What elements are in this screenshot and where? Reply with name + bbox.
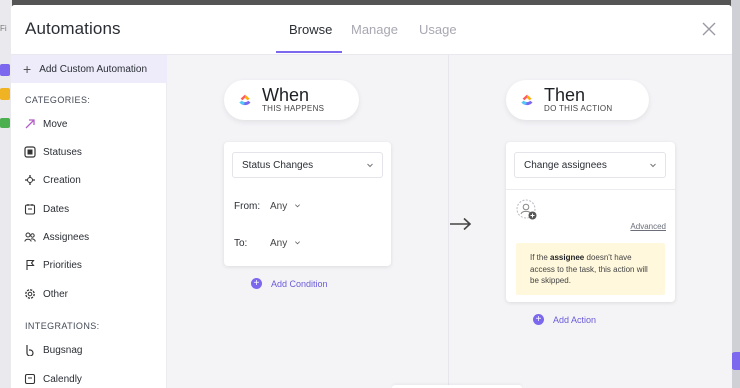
background-app-chip xyxy=(0,64,10,76)
sidebar-item-priorities[interactable]: Priorities xyxy=(23,256,82,274)
background-app-right-strip xyxy=(731,0,740,388)
automation-builder-canvas: When THIS HAPPENS Status Changes From: A… xyxy=(167,55,732,388)
to-label: To: xyxy=(234,238,248,249)
then-header-pill: Then DO THIS ACTION xyxy=(506,80,649,120)
background-app-chip xyxy=(0,118,10,128)
plus-icon: + xyxy=(23,61,32,77)
sidebar-item-label: Priorities xyxy=(43,259,82,271)
plus-circle-icon: + xyxy=(533,314,544,325)
from-status-value: Any xyxy=(270,201,288,212)
sidebar-item-statuses[interactable]: Statuses xyxy=(23,143,82,161)
status-square-icon xyxy=(23,145,37,159)
to-status-value: Any xyxy=(270,238,288,249)
from-label: From: xyxy=(234,201,261,212)
flag-icon xyxy=(23,258,37,272)
to-status-dropdown[interactable]: Any xyxy=(270,238,301,249)
sidebar-item-label: Dates xyxy=(43,203,70,215)
from-status-dropdown[interactable]: Any xyxy=(270,201,301,212)
when-subtitle: THIS HAPPENS xyxy=(262,103,325,113)
add-custom-automation-label: Add Custom Automation xyxy=(39,63,148,75)
assignee-section: Advanced If the assignee doesn't have ac… xyxy=(506,190,675,302)
sidebar-item-creation[interactable]: Creation xyxy=(23,171,81,189)
automations-modal: Automations Browse Manage Usage + Add Cu… xyxy=(11,5,732,388)
sidebar-item-dates[interactable]: Dates xyxy=(23,200,69,218)
calendly-icon xyxy=(23,372,37,386)
then-title: Then xyxy=(544,84,586,105)
chevron-down-icon xyxy=(295,241,301,245)
sidebar-item-label: Bugsnag xyxy=(43,344,83,356)
sidebar-item-label: Statuses xyxy=(43,146,82,158)
add-custom-automation-button[interactable]: + Add Custom Automation xyxy=(11,55,167,83)
calendar-icon xyxy=(23,202,37,216)
when-trigger-card: Status Changes From: Any To: Any xyxy=(224,142,391,266)
category-sidebar: + Add Custom Automation CATEGORIES: Move… xyxy=(11,55,167,388)
sidebar-item-other[interactable]: Other xyxy=(23,285,68,303)
modal-header: Automations Browse Manage Usage xyxy=(11,5,732,55)
sidebar-item-assignees[interactable]: Assignees xyxy=(23,228,89,246)
tab-browse[interactable]: Browse xyxy=(289,22,332,37)
add-condition-button[interactable]: + Add Condition xyxy=(251,278,328,289)
sidebar-item-label: Creation xyxy=(43,174,81,186)
then-header-text: Then DO THIS ACTION xyxy=(544,84,613,114)
add-condition-label: Add Condition xyxy=(271,278,328,289)
chevron-down-icon xyxy=(295,204,301,208)
sidebar-item-calendly[interactable]: Calendly xyxy=(23,370,82,388)
integrations-heading: INTEGRATIONS: xyxy=(25,321,100,331)
notice-text-pre: If the xyxy=(530,253,551,262)
then-subtitle: DO THIS ACTION xyxy=(544,103,613,113)
modal-title: Automations xyxy=(25,19,121,38)
sidebar-item-label: Calendly xyxy=(43,373,82,385)
add-action-button[interactable]: + Add Action xyxy=(533,314,596,325)
action-select-value: Change assignees xyxy=(524,159,607,171)
move-arrow-icon xyxy=(23,117,37,131)
close-icon[interactable] xyxy=(701,21,717,37)
sidebar-item-label: Assignees xyxy=(43,231,90,243)
action-select[interactable]: Change assignees xyxy=(514,152,666,178)
chevron-down-icon xyxy=(367,163,373,168)
categories-heading: CATEGORIES: xyxy=(25,95,91,105)
arrow-right-icon xyxy=(450,217,472,231)
trigger-select[interactable]: Status Changes xyxy=(232,152,383,178)
background-help-tab xyxy=(731,352,740,370)
chevron-down-icon xyxy=(650,163,656,168)
active-tab-indicator xyxy=(276,51,342,53)
advanced-link[interactable]: Advanced xyxy=(630,222,666,231)
sidebar-item-label: Other xyxy=(43,288,69,300)
then-action-card: Change assignees Advanced If the assigne… xyxy=(506,142,675,302)
clickup-logo-icon xyxy=(239,94,251,106)
gear-icon xyxy=(23,287,37,301)
people-icon xyxy=(23,230,37,244)
tab-manage[interactable]: Manage xyxy=(351,22,398,37)
skip-notice: If the assignee doesn't have access to t… xyxy=(516,243,665,295)
when-title: When xyxy=(262,84,310,105)
trigger-select-value: Status Changes xyxy=(242,159,314,171)
add-action-label: Add Action xyxy=(553,314,597,325)
sidebar-item-bugsnag[interactable]: Bugsnag xyxy=(23,341,82,359)
clickup-logo-icon xyxy=(521,94,533,106)
tab-usage[interactable]: Usage xyxy=(419,22,457,37)
background-app-chip xyxy=(0,88,10,100)
bugsnag-icon xyxy=(23,343,37,357)
sidebar-item-label: Move xyxy=(43,118,68,130)
plus-circle-icon: + xyxy=(251,278,262,289)
add-assignee-icon[interactable] xyxy=(516,199,538,221)
creation-plus-icon xyxy=(23,173,37,187)
when-header-pill: When THIS HAPPENS xyxy=(224,80,359,120)
sidebar-item-move[interactable]: Move xyxy=(23,115,67,133)
when-header-text: When THIS HAPPENS xyxy=(262,84,325,114)
background-app-label: Fi xyxy=(0,24,7,33)
notice-text-bold: assignee xyxy=(550,253,585,262)
